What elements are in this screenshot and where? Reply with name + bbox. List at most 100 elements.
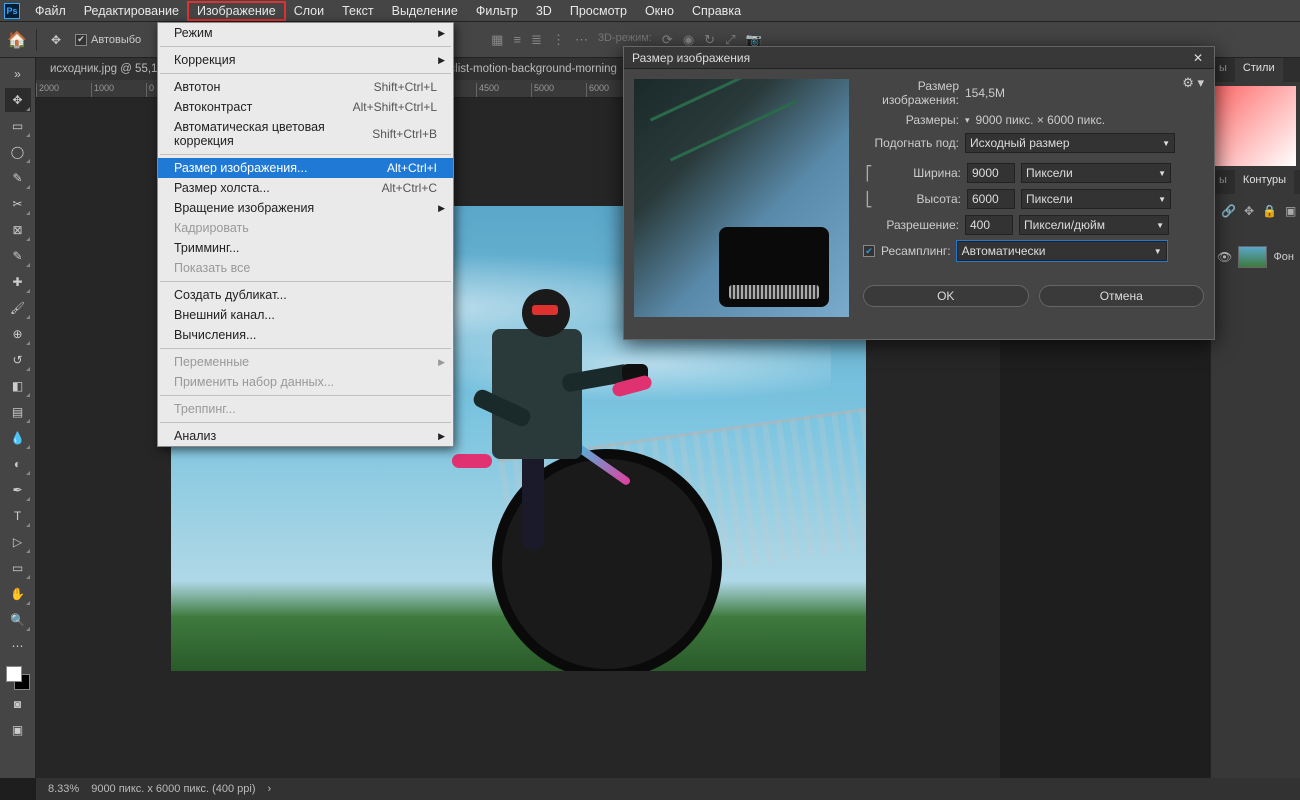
quick-select-tool[interactable]: ✎ bbox=[5, 166, 31, 190]
lock-layers-icon[interactable]: 🔒 bbox=[1262, 204, 1277, 218]
close-icon[interactable]: ✕ bbox=[1190, 50, 1206, 66]
menu-autocontrast[interactable]: АвтоконтрастAlt+Shift+Ctrl+L bbox=[158, 97, 453, 117]
quickmask-icon[interactable]: ◙ bbox=[5, 692, 31, 716]
layer-row-background[interactable]: 👁 Фон bbox=[1211, 242, 1300, 272]
menu-autocolor[interactable]: Автоматическая цветовая коррекцияShift+C… bbox=[158, 117, 453, 151]
link-icon[interactable]: ⎣ bbox=[861, 191, 877, 208]
resample-checkbox[interactable]: ✔ bbox=[863, 245, 875, 257]
menu-window[interactable]: Окно bbox=[636, 2, 683, 20]
menu-separator bbox=[160, 46, 451, 47]
mask-icon[interactable]: ▣ bbox=[1285, 204, 1296, 218]
gradient-tool[interactable]: ▤ bbox=[5, 400, 31, 424]
menu-analysis[interactable]: Анализ▶ bbox=[158, 426, 453, 446]
document-tab-2[interactable]: yclist-motion-background-morning bbox=[436, 61, 625, 77]
move-layers-icon[interactable]: ✥ bbox=[1244, 204, 1254, 218]
menu-file[interactable]: Файл bbox=[26, 2, 75, 20]
cancel-button[interactable]: Отмена bbox=[1039, 285, 1205, 307]
resample-select[interactable]: Автоматически▼ bbox=[957, 241, 1167, 261]
hand-tool[interactable]: ✋ bbox=[5, 582, 31, 606]
lasso-tool[interactable]: ◯ bbox=[5, 140, 31, 164]
crop-tool[interactable]: ✂ bbox=[5, 192, 31, 216]
menu-layers[interactable]: Слои bbox=[285, 2, 333, 20]
zoom-level[interactable]: 8.33% bbox=[48, 783, 79, 795]
move-tool[interactable]: ✥ bbox=[5, 88, 31, 112]
stamp-tool[interactable]: ⊕ bbox=[5, 322, 31, 346]
eyedropper-tool[interactable]: ✎ bbox=[5, 244, 31, 268]
menu-variables: Переменные▶ bbox=[158, 352, 453, 372]
home-icon[interactable]: 🏠 bbox=[8, 31, 26, 49]
link-layers-icon[interactable]: 🔗 bbox=[1221, 204, 1236, 218]
blur-tool[interactable]: 💧 bbox=[5, 426, 31, 450]
more-icon[interactable]: ⋯ bbox=[575, 32, 588, 48]
dims-toggle-icon[interactable]: ▾ bbox=[965, 115, 970, 126]
type-tool[interactable]: T bbox=[5, 504, 31, 528]
edit-toolbar-icon[interactable]: ⋯ bbox=[5, 634, 31, 658]
resolution-unit-select[interactable]: Пиксели/дюйм▼ bbox=[1019, 215, 1169, 235]
document-info[interactable]: 9000 пикс. x 6000 пикс. (400 ppi) bbox=[91, 783, 255, 795]
menu-image-rotation[interactable]: Вращение изображения▶ bbox=[158, 198, 453, 218]
menu-filter[interactable]: Фильтр bbox=[467, 2, 527, 20]
document-tab-1[interactable]: исходник.jpg @ 55,1% bbox=[42, 61, 176, 77]
menu-text[interactable]: Текст bbox=[333, 2, 382, 20]
height-input[interactable] bbox=[967, 189, 1015, 209]
expand-icon[interactable]: » bbox=[5, 62, 31, 86]
menu-separator bbox=[160, 395, 451, 396]
dialog-titlebar[interactable]: Размер изображения ✕ bbox=[624, 47, 1214, 69]
dialog-preview[interactable] bbox=[634, 79, 849, 317]
healing-tool[interactable]: ✚ bbox=[5, 270, 31, 294]
color-picker-panel[interactable] bbox=[1215, 86, 1296, 166]
menu-edit[interactable]: Редактирование bbox=[75, 2, 188, 20]
link-icon[interactable]: ⎡ bbox=[861, 165, 877, 182]
align-left-icon[interactable]: ▦ bbox=[491, 32, 503, 48]
tab-paths[interactable]: Контуры bbox=[1235, 170, 1294, 194]
autoselect-check[interactable]: ✔ Автовыбо bbox=[75, 34, 141, 46]
path-select-tool[interactable]: ▷ bbox=[5, 530, 31, 554]
brush-tool[interactable]: 🖌 bbox=[5, 296, 31, 320]
pen-tool[interactable]: ✒ bbox=[5, 478, 31, 502]
chevron-right-icon[interactable]: › bbox=[268, 783, 272, 795]
menu-select[interactable]: Выделение bbox=[383, 2, 467, 20]
menu-image[interactable]: Изображение bbox=[188, 2, 285, 20]
tab-styles[interactable]: Стили bbox=[1235, 58, 1283, 82]
menu-calculations[interactable]: Вычисления... bbox=[158, 325, 453, 345]
chevron-down-icon: ▼ bbox=[1162, 139, 1170, 148]
menu-autotone[interactable]: АвтотонShift+Ctrl+L bbox=[158, 77, 453, 97]
foreground-swatch[interactable] bbox=[6, 666, 22, 682]
move-tool-icon[interactable]: ✥ bbox=[47, 31, 65, 49]
menu-3d[interactable]: 3D bbox=[527, 2, 561, 20]
align-center-icon[interactable]: ≡ bbox=[513, 32, 521, 48]
chevron-down-icon: ▼ bbox=[1154, 247, 1162, 256]
menu-duplicate[interactable]: Создать дубликат... bbox=[158, 285, 453, 305]
visibility-icon[interactable]: 👁 bbox=[1217, 250, 1232, 264]
dodge-tool[interactable]: ◐ bbox=[5, 452, 31, 476]
width-input[interactable] bbox=[967, 163, 1015, 183]
screenmode-icon[interactable]: ▣ bbox=[5, 718, 31, 742]
color-swatches[interactable] bbox=[6, 666, 30, 690]
menu-view[interactable]: Просмотр bbox=[561, 2, 636, 20]
layer-thumbnail bbox=[1238, 246, 1267, 268]
distribute-icon[interactable]: ⋮ bbox=[552, 32, 565, 48]
menu-adjustments[interactable]: Коррекция▶ bbox=[158, 50, 453, 70]
menu-mode[interactable]: Режим▶ bbox=[158, 23, 453, 43]
resolution-input[interactable] bbox=[965, 215, 1013, 235]
history-brush-tool[interactable]: ↺ bbox=[5, 348, 31, 372]
menu-canvas-size[interactable]: Размер холста...Alt+Ctrl+C bbox=[158, 178, 453, 198]
layer-controls: 🔗 ✥ 🔒 ▣ bbox=[1215, 198, 1296, 238]
frame-tool[interactable]: ⊠ bbox=[5, 218, 31, 242]
menu-apply-image[interactable]: Внешний канал... bbox=[158, 305, 453, 325]
menu-trim[interactable]: Тримминг... bbox=[158, 238, 453, 258]
menu-help[interactable]: Справка bbox=[683, 2, 750, 20]
zoom-tool[interactable]: 🔍 bbox=[5, 608, 31, 632]
eraser-tool[interactable]: ◧ bbox=[5, 374, 31, 398]
fit-select[interactable]: Исходный размер▼ bbox=[965, 133, 1175, 153]
width-unit-select[interactable]: Пиксели▼ bbox=[1021, 163, 1171, 183]
ruler-mark: 1000 bbox=[91, 83, 146, 97]
ok-button[interactable]: OK bbox=[863, 285, 1029, 307]
panel-tabs-color: ы Стили bbox=[1211, 58, 1300, 82]
align-right-icon[interactable]: ≣ bbox=[531, 32, 542, 48]
gear-icon[interactable]: ⚙ ▾ bbox=[1182, 75, 1204, 91]
menu-image-size[interactable]: Размер изображения...Alt+Ctrl+I bbox=[158, 158, 453, 178]
marquee-tool[interactable]: ▭ bbox=[5, 114, 31, 138]
shape-tool[interactable]: ▭ bbox=[5, 556, 31, 580]
height-unit-select[interactable]: Пиксели▼ bbox=[1021, 189, 1171, 209]
